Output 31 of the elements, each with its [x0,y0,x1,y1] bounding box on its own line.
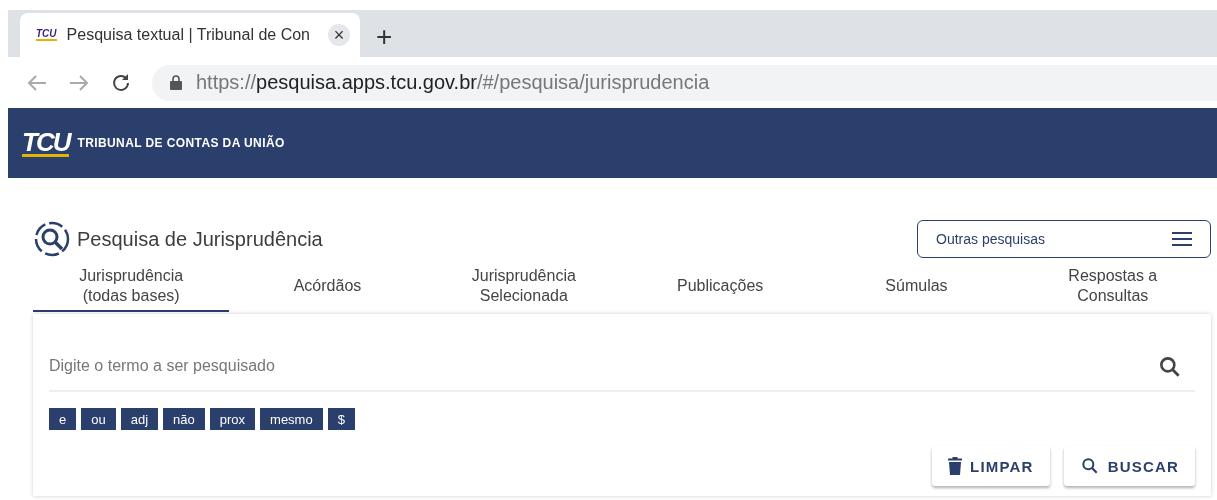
search-icon [33,220,71,258]
operator-button[interactable]: ou [81,408,116,430]
operator-button[interactable]: não [163,408,205,430]
operator-button[interactable]: e [49,408,77,430]
search-button[interactable]: BUSCAR [1063,446,1195,486]
search-tab[interactable]: Jurisprudência Selecionada [425,262,622,312]
search-tab[interactable]: Publicações [622,262,819,312]
lock-icon [170,75,182,90]
trash-icon [948,457,963,475]
search-tab[interactable]: Acórdãos [229,262,426,312]
page-title: Pesquisa de Jurisprudência [77,227,323,251]
tcu-logo: TCU [22,129,70,157]
organization-name: TRIBUNAL DE CONTAS DA UNIÃO [77,136,285,150]
new-tab-button[interactable]: + [376,23,393,51]
close-tab-button[interactable]: × [328,24,350,46]
browser-tab[interactable]: TCU Pesquisa textual | Tribunal de Con × [20,13,360,57]
search-tab[interactable]: Respostas a Consultas [1014,262,1211,312]
operator-button[interactable]: mesmo [260,408,323,430]
tab-title: Pesquisa textual | Tribunal de Con [66,26,311,44]
search-tab[interactable]: Súmulas [818,262,1015,312]
operator-button[interactable]: adj [120,408,159,430]
other-searches-button[interactable]: Outras pesquisas [917,220,1211,258]
operator-button[interactable]: prox [209,408,256,430]
operator-button[interactable]: $ [327,408,355,430]
clear-button[interactable]: LIMPAR [932,446,1050,486]
url-text: https://pesquisa.apps.tcu.gov.br/#/pesquisa/jurisprudencia [196,71,710,94]
search-icon [1079,456,1100,476]
menu-icon [1172,232,1192,246]
search-tab[interactable]: Jurisprudência (todas bases) [33,262,230,312]
favicon-logo: TCU [36,29,57,41]
address-bar[interactable]: https://pesquisa.apps.tcu.gov.br/#/pesquisa/jurisprudencia [152,64,1217,101]
